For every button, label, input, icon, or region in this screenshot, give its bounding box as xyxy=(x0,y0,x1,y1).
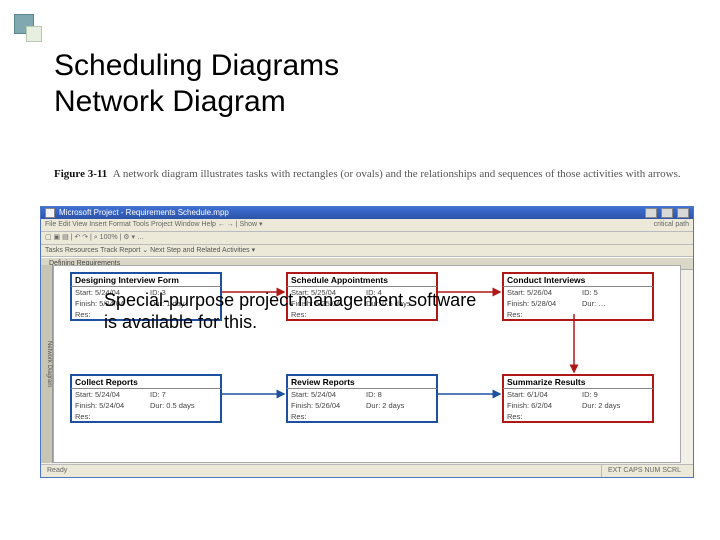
app-icon xyxy=(45,208,55,218)
task-node-conduct-interviews[interactable]: Conduct Interviews Start: 5/26/04 ID: 5 F… xyxy=(502,272,654,321)
minimize-button[interactable] xyxy=(645,208,657,218)
slide-title-line1: Scheduling Diagrams xyxy=(54,48,339,84)
close-button[interactable] xyxy=(677,208,689,218)
figure-caption-text: A network diagram illustrates tasks with… xyxy=(113,168,681,180)
task-start: Start: 6/1/04 xyxy=(507,390,574,399)
slide-title-line2: Network Diagram xyxy=(54,84,339,120)
task-dur: Dur: 2 days xyxy=(366,401,433,410)
task-finish: Finish: 5/26/04 xyxy=(291,401,358,410)
task-id: ID: 8 xyxy=(366,390,433,399)
slide-title: Scheduling Diagrams Network Diagram xyxy=(54,48,339,120)
menu-bar[interactable]: File Edit View Insert Format Tools Proje… xyxy=(41,219,693,232)
deco-square-light xyxy=(26,26,42,42)
menu-items[interactable]: File Edit View Insert Format Tools Proje… xyxy=(45,221,262,228)
task-finish: Finish: 5/28/04 xyxy=(507,299,574,308)
maximize-button[interactable] xyxy=(661,208,673,218)
task-node-collect-reports[interactable]: Collect Reports Start: 5/24/04 ID: 7 Fini… xyxy=(70,374,222,423)
task-title: Schedule Appointments xyxy=(287,273,437,287)
task-finish: Finish: 6/2/04 xyxy=(507,401,574,410)
task-id: ID: 9 xyxy=(582,390,649,399)
window-titlebar[interactable]: Microsoft Project - Requirements Schedul… xyxy=(41,207,693,219)
window-title: Microsoft Project - Requirements Schedul… xyxy=(59,207,229,219)
status-left: Ready xyxy=(47,465,67,477)
slide-body-text: Special-purpose project management softw… xyxy=(104,290,484,333)
task-title: Collect Reports xyxy=(71,375,221,389)
task-id: ID: 5 xyxy=(582,288,649,297)
task-title: Conduct Interviews xyxy=(503,273,653,287)
task-start: Start: 5/24/04 xyxy=(75,390,142,399)
view-tabs[interactable]: Tasks Resources Track Report ⌄ Next Step… xyxy=(41,245,693,257)
task-res: Res: xyxy=(291,412,433,421)
task-id: ID: 7 xyxy=(150,390,217,399)
task-dur: Dur: 0.5 days xyxy=(150,401,217,410)
task-title: Summarize Results xyxy=(503,375,653,389)
task-title: Review Reports xyxy=(287,375,437,389)
task-node-summarize-results[interactable]: Summarize Results Start: 6/1/04 ID: 9 Fin… xyxy=(502,374,654,423)
task-start: Start: 5/24/04 xyxy=(291,390,358,399)
status-indicators: EXT CAPS NUM SCRL xyxy=(601,465,687,477)
task-res: Res: xyxy=(75,412,217,421)
task-node-review-reports[interactable]: Review Reports Start: 5/24/04 ID: 8 Finis… xyxy=(286,374,438,423)
task-res: Res: xyxy=(507,412,649,421)
standard-toolbar[interactable]: ▢ ▣ ▤ | ↶ ↷ | ⌕ 100% | ⚙ ▾ … xyxy=(41,232,693,245)
view-strip-label[interactable]: Network Diagram xyxy=(41,265,53,463)
task-start: Start: 5/26/04 xyxy=(507,288,574,297)
task-res: Res: xyxy=(507,310,649,319)
task-title: Designing Interview Form xyxy=(71,273,221,287)
slide-corner-decoration xyxy=(14,14,44,44)
task-dur: Dur: … xyxy=(582,299,649,308)
figure-caption: Figure 3-11 A network diagram illustrate… xyxy=(54,168,690,182)
status-bar: Ready EXT CAPS NUM SCRL xyxy=(41,464,693,477)
task-finish: Finish: 5/24/04 xyxy=(75,401,142,410)
task-dur: Dur: 2 days xyxy=(582,401,649,410)
menu-right-field[interactable]: critical path xyxy=(654,219,689,231)
project-app-window: Microsoft Project - Requirements Schedul… xyxy=(40,206,694,478)
figure-number: Figure 3-11 xyxy=(54,168,107,180)
